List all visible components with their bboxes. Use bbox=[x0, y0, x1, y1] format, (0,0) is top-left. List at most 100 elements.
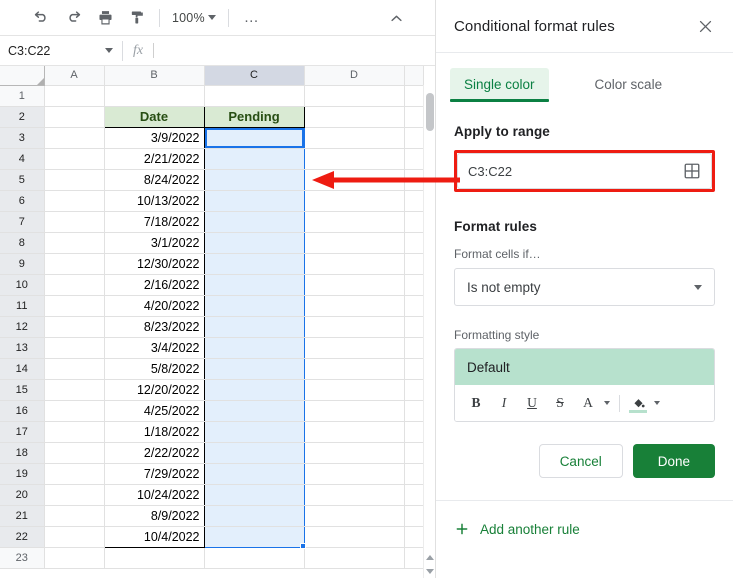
cell-e12[interactable] bbox=[404, 316, 424, 338]
row-header-20[interactable]: 20 bbox=[0, 484, 45, 506]
row-header-13[interactable]: 13 bbox=[0, 337, 45, 359]
row-header-4[interactable]: 4 bbox=[0, 148, 45, 170]
cell-d20[interactable] bbox=[304, 484, 405, 506]
cell-a12[interactable] bbox=[44, 316, 105, 338]
column-header-a[interactable]: A bbox=[44, 66, 105, 86]
cell-a17[interactable] bbox=[44, 421, 105, 443]
cell-d17[interactable] bbox=[304, 421, 405, 443]
cell-a20[interactable] bbox=[44, 484, 105, 506]
cell-e3[interactable] bbox=[404, 127, 424, 149]
cell-c22[interactable] bbox=[203, 526, 305, 548]
cell-c11[interactable] bbox=[203, 295, 305, 317]
cell-e18[interactable] bbox=[404, 442, 424, 464]
cell-c19[interactable] bbox=[203, 463, 305, 485]
done-button[interactable]: Done bbox=[632, 444, 715, 478]
cell-e17[interactable] bbox=[404, 421, 424, 443]
formula-input[interactable] bbox=[154, 36, 435, 66]
cell-a6[interactable] bbox=[44, 190, 105, 212]
cell-c6[interactable] bbox=[203, 190, 305, 212]
cell-b19[interactable]: 7/29/2022 bbox=[103, 463, 205, 485]
close-icon[interactable] bbox=[691, 12, 719, 40]
row-header-12[interactable]: 12 bbox=[0, 316, 45, 338]
selection-fill-handle[interactable] bbox=[300, 543, 306, 549]
cell-b8[interactable]: 3/1/2022 bbox=[103, 232, 205, 254]
more-menu-icon[interactable]: … bbox=[239, 5, 265, 31]
range-input[interactable]: C3:C22 bbox=[457, 153, 712, 189]
tab-color-scale[interactable]: Color scale bbox=[581, 68, 677, 100]
cancel-button[interactable]: Cancel bbox=[538, 444, 623, 478]
italic-button[interactable]: I bbox=[491, 390, 517, 416]
row-header-15[interactable]: 15 bbox=[0, 379, 45, 401]
cell-e21[interactable] bbox=[404, 505, 424, 527]
sheet-vertical-scrollbar[interactable] bbox=[423, 85, 435, 578]
row-header-6[interactable]: 6 bbox=[0, 190, 45, 212]
add-another-rule-button[interactable]: Add another rule bbox=[436, 521, 733, 537]
row-header-2[interactable]: 2 bbox=[0, 106, 45, 128]
name-box[interactable]: C3:C22 bbox=[0, 36, 96, 66]
cell-e4[interactable] bbox=[404, 148, 424, 170]
cell-c16[interactable] bbox=[203, 400, 305, 422]
cell-e1[interactable] bbox=[404, 85, 424, 107]
cell-d9[interactable] bbox=[304, 253, 405, 275]
cell-b5[interactable]: 8/24/2022 bbox=[103, 169, 205, 191]
cell-e6[interactable] bbox=[404, 190, 424, 212]
cell-a18[interactable] bbox=[44, 442, 105, 464]
cell-a7[interactable] bbox=[44, 211, 105, 233]
cell-a5[interactable] bbox=[44, 169, 105, 191]
cell-d10[interactable] bbox=[304, 274, 405, 296]
cell-d8[interactable] bbox=[304, 232, 405, 254]
print-icon[interactable] bbox=[92, 5, 118, 31]
zoom-control[interactable]: 100% bbox=[166, 5, 222, 31]
row-header-3[interactable]: 3 bbox=[0, 127, 45, 149]
cell-e23[interactable] bbox=[404, 547, 424, 569]
cell-a3[interactable] bbox=[44, 127, 105, 149]
cell-e15[interactable] bbox=[404, 379, 424, 401]
cell-b21[interactable]: 8/9/2022 bbox=[103, 505, 205, 527]
cell-a4[interactable] bbox=[44, 148, 105, 170]
cell-d5[interactable] bbox=[304, 169, 405, 191]
cell-d2[interactable] bbox=[304, 106, 405, 128]
cell-e9[interactable] bbox=[404, 253, 424, 275]
condition-dropdown[interactable]: Is not empty bbox=[454, 268, 715, 306]
cell-d23[interactable] bbox=[304, 547, 405, 569]
redo-icon[interactable] bbox=[60, 5, 86, 31]
column-header-e[interactable] bbox=[404, 66, 424, 86]
cell-e11[interactable] bbox=[404, 295, 424, 317]
cell-b6[interactable]: 10/13/2022 bbox=[103, 190, 205, 212]
cell-e16[interactable] bbox=[404, 400, 424, 422]
cell-a13[interactable] bbox=[44, 337, 105, 359]
cell-d15[interactable] bbox=[304, 379, 405, 401]
cell-b15[interactable]: 12/20/2022 bbox=[103, 379, 205, 401]
tab-single-color[interactable]: Single color bbox=[450, 68, 549, 102]
cell-c17[interactable] bbox=[203, 421, 305, 443]
cell-e7[interactable] bbox=[404, 211, 424, 233]
cell-c7[interactable] bbox=[203, 211, 305, 233]
bold-button[interactable]: B bbox=[463, 390, 489, 416]
cell-c8[interactable] bbox=[203, 232, 305, 254]
row-header-1[interactable]: 1 bbox=[0, 85, 45, 107]
cell-a11[interactable] bbox=[44, 295, 105, 317]
cell-c23[interactable] bbox=[204, 547, 305, 569]
cell-d12[interactable] bbox=[304, 316, 405, 338]
cell-b7[interactable]: 7/18/2022 bbox=[103, 211, 205, 233]
cell-e10[interactable] bbox=[404, 274, 424, 296]
row-header-5[interactable]: 5 bbox=[0, 169, 45, 191]
row-header-22[interactable]: 22 bbox=[0, 526, 45, 548]
cell-c1[interactable] bbox=[204, 85, 305, 107]
cell-d1[interactable] bbox=[304, 85, 405, 107]
cell-d6[interactable] bbox=[304, 190, 405, 212]
row-header-8[interactable]: 8 bbox=[0, 232, 45, 254]
undo-icon[interactable] bbox=[28, 5, 54, 31]
cell-c10[interactable] bbox=[203, 274, 305, 296]
cell-d21[interactable] bbox=[304, 505, 405, 527]
cell-d19[interactable] bbox=[304, 463, 405, 485]
cell-b3[interactable]: 3/9/2022 bbox=[103, 127, 205, 149]
cell-c14[interactable] bbox=[203, 358, 305, 380]
cell-e19[interactable] bbox=[404, 463, 424, 485]
cell-e8[interactable] bbox=[404, 232, 424, 254]
cell-b11[interactable]: 4/20/2022 bbox=[103, 295, 205, 317]
style-preview[interactable]: Default bbox=[455, 349, 714, 385]
cell-a10[interactable] bbox=[44, 274, 105, 296]
underline-button[interactable]: U bbox=[519, 390, 545, 416]
row-header-19[interactable]: 19 bbox=[0, 463, 45, 485]
